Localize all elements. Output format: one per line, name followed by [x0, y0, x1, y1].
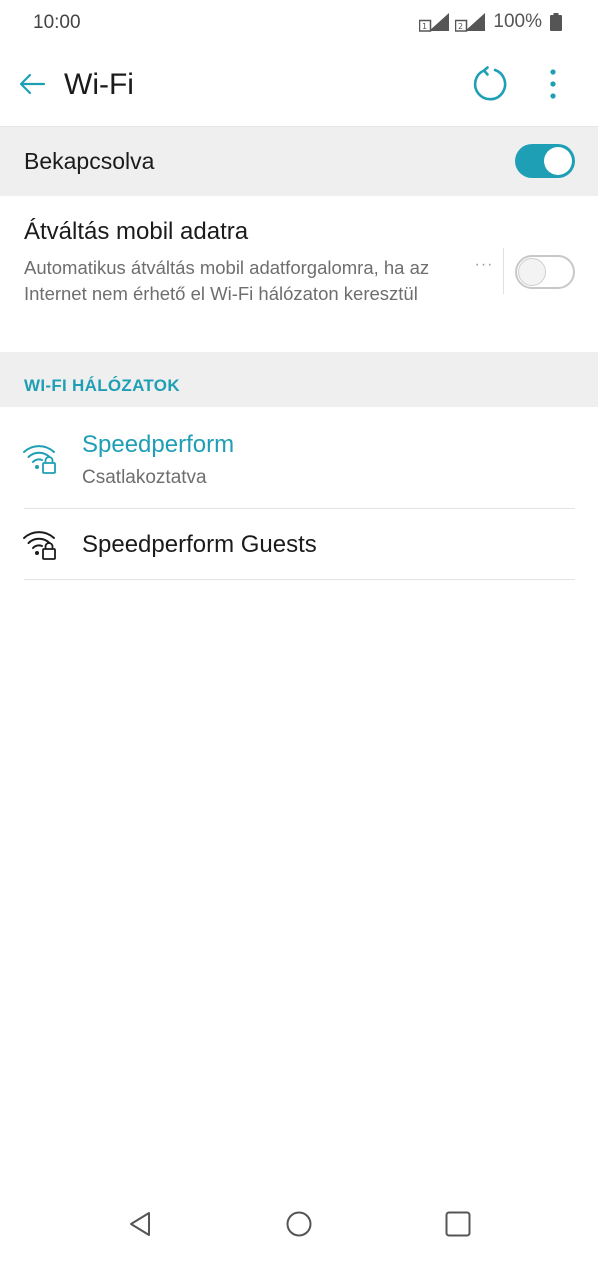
mobile-data-description: Automatikus átváltás mobil adatforgalomr…	[24, 257, 430, 304]
nav-recents-button[interactable]	[438, 1208, 478, 1244]
network-name: Speedperform Guests	[82, 531, 317, 558]
toggle-knob	[544, 147, 572, 175]
wifi-main-switch-row[interactable]: Bekapcsolva	[0, 127, 598, 196]
navigation-bar	[0, 1190, 598, 1262]
more-vert-icon	[549, 68, 557, 105]
refresh-icon	[471, 65, 509, 108]
app-bar: Wi-Fi	[0, 46, 598, 127]
mobile-data-more-button[interactable]: ···	[472, 256, 496, 286]
battery-icon	[550, 13, 562, 31]
switch-to-mobile-data-row[interactable]: Átváltás mobil adatra Automatikus átvált…	[0, 196, 598, 352]
nav-home-button[interactable]	[279, 1208, 319, 1244]
back-triangle-icon	[127, 1210, 153, 1243]
back-arrow-icon	[18, 72, 46, 101]
list-divider	[24, 579, 575, 580]
wifi-lock-icon	[22, 443, 58, 475]
wifi-networks-section-header: WI-FI HÁLÓZATOK	[0, 352, 598, 407]
section-header-text: WI-FI HÁLÓZATOK	[24, 376, 180, 395]
refresh-button[interactable]	[470, 65, 510, 108]
mobile-data-title: Átváltás mobil adatra	[24, 218, 249, 245]
network-item-speedperform-guests[interactable]: Speedperform Guests	[0, 509, 598, 579]
toggle-knob	[518, 258, 546, 286]
status-time: 10:00	[33, 12, 81, 33]
back-button[interactable]	[14, 68, 50, 104]
vertical-divider	[503, 248, 504, 294]
mobile-data-toggle[interactable]	[515, 255, 575, 289]
wifi-settings-screen: 10:00 1 2 100% Wi-Fi Bekapcsolva Átváltá…	[0, 0, 598, 1262]
more-options-button[interactable]	[538, 66, 568, 106]
nav-back-button[interactable]	[120, 1208, 160, 1244]
home-circle-icon	[285, 1210, 313, 1243]
network-status: Csatlakoztatva	[82, 467, 207, 488]
recents-square-icon	[444, 1210, 472, 1243]
wifi-lock-icon	[22, 529, 58, 561]
wifi-main-switch-label: Bekapcsolva	[24, 148, 155, 174]
svg-text:2: 2	[458, 22, 463, 31]
network-name: Speedperform	[82, 431, 235, 458]
sim2-signal-icon: 2	[455, 12, 487, 32]
wifi-toggle[interactable]	[515, 144, 575, 178]
page-title: Wi-Fi	[64, 68, 134, 101]
battery-percent: 100%	[493, 11, 542, 32]
sim1-signal-icon: 1	[419, 12, 451, 32]
status-icons: 1 2 100%	[419, 11, 562, 33]
network-item-speedperform[interactable]: Speedperform Csatlakoztatva	[0, 407, 598, 508]
status-bar: 10:00 1 2 100%	[0, 0, 598, 46]
svg-text:1: 1	[422, 22, 427, 31]
